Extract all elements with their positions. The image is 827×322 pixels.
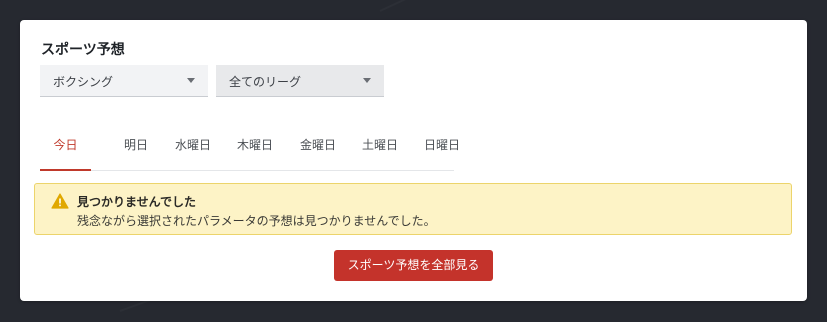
tab-friday[interactable]: 金曜日 <box>292 130 344 170</box>
warning-icon <box>51 193 69 209</box>
chevron-down-icon <box>363 78 371 83</box>
alert-title: 見つかりませんでした <box>77 195 197 209</box>
panel-title: スポーツ予想 <box>41 42 125 58</box>
tab-sunday[interactable]: 日曜日 <box>416 130 468 170</box>
tab-saturday[interactable]: 土曜日 <box>354 130 406 170</box>
alert-message: 残念ながら選択されたパラメータの予想は見つかりませんでした。 <box>77 214 436 228</box>
sport-select[interactable]: ボクシング <box>40 65 208 97</box>
predictions-panel: スポーツ予想 ボクシング 全てのリーグ 今日 明日 水曜日 木曜日 金曜日 土曜… <box>20 20 807 301</box>
tab-wednesday[interactable]: 水曜日 <box>167 130 219 170</box>
league-select[interactable]: 全てのリーグ <box>216 65 384 97</box>
tab-today[interactable]: 今日 <box>40 130 91 171</box>
tab-thursday[interactable]: 木曜日 <box>229 130 281 170</box>
day-tabs: 今日 明日 水曜日 木曜日 金曜日 土曜日 日曜日 <box>40 130 460 171</box>
league-select-value: 全てのリーグ <box>229 75 302 89</box>
sport-select-value: ボクシング <box>53 75 114 89</box>
chevron-down-icon <box>187 78 195 83</box>
tab-tomorrow[interactable]: 明日 <box>112 130 160 170</box>
view-all-predictions-button[interactable]: スポーツ予想を全部見る <box>334 250 493 281</box>
background-decoration <box>380 0 562 12</box>
no-results-alert: 見つかりませんでした 残念ながら選択されたパラメータの予想は見つかりませんでした… <box>34 183 792 235</box>
